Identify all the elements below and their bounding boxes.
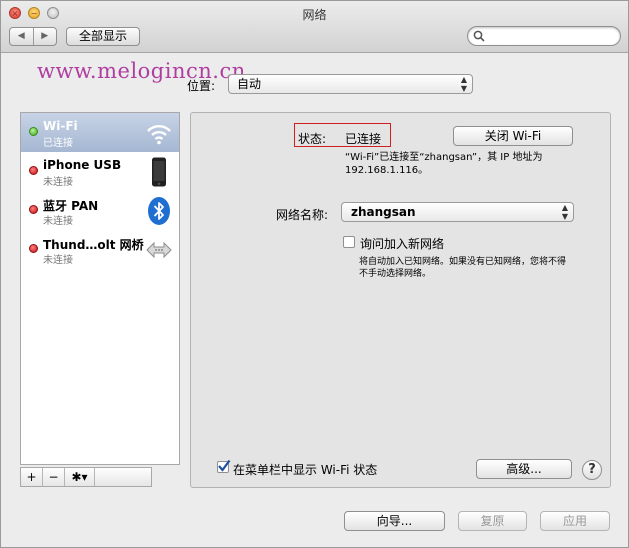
ask-join-checkbox[interactable] bbox=[343, 236, 355, 248]
service-name: Wi-Fi bbox=[43, 119, 78, 133]
status-dot-disconnected-icon bbox=[29, 205, 38, 214]
updown-arrows-icon: ▲ ▼ bbox=[460, 75, 467, 93]
highlight-annotation-box bbox=[294, 123, 391, 147]
location-value: 自动 bbox=[237, 77, 262, 91]
apply-button[interactable]: 应用 bbox=[540, 511, 610, 531]
wifi-icon bbox=[147, 125, 171, 145]
service-name: iPhone USB bbox=[43, 158, 122, 172]
advanced-button[interactable]: 高级... bbox=[476, 459, 572, 479]
service-list: Wi-Fi 已连接 iPhone USB 未连接 蓝牙 PAN 未连接 Thun… bbox=[20, 112, 180, 465]
network-name-label: 网络名称: bbox=[276, 208, 329, 222]
service-item-thunderbolt-bridge[interactable]: Thund…olt 网桥 未连接 bbox=[21, 230, 179, 269]
help-button[interactable]: ? bbox=[582, 460, 602, 480]
ask-join-label: 询问加入新网络 bbox=[360, 237, 445, 251]
network-name-value: zhangsan bbox=[351, 205, 416, 219]
turn-off-wifi-button[interactable]: 关闭 Wi-Fi bbox=[453, 126, 573, 146]
location-label: 位置: bbox=[187, 79, 216, 93]
network-preferences-window: × − 网络 ◀ ▶ 全部显示 www.melogincn.cn 位置: 自动 … bbox=[0, 0, 629, 548]
service-status: 未连接 bbox=[43, 216, 73, 227]
service-list-controls: + − ✱▾ bbox=[20, 467, 152, 487]
search-field[interactable] bbox=[467, 26, 621, 46]
add-service-button[interactable]: + bbox=[21, 468, 43, 486]
revert-button[interactable]: 复原 bbox=[458, 511, 527, 531]
ask-join-description: 将自动加入已知网络。如果没有已知网络，您将不得不手动选择网络。 bbox=[359, 257, 567, 279]
service-status: 未连接 bbox=[43, 177, 73, 188]
iphone-icon bbox=[152, 157, 166, 187]
back-forward-control: ◀ ▶ bbox=[9, 27, 57, 46]
magnifier-icon bbox=[473, 30, 485, 42]
service-item-wifi[interactable]: Wi-Fi 已连接 bbox=[21, 113, 179, 152]
title-bar: × − 网络 ◀ ▶ 全部显示 bbox=[1, 1, 628, 53]
thunderbolt-bridge-icon bbox=[146, 241, 172, 259]
service-item-bluetooth-pan[interactable]: 蓝牙 PAN 未连接 bbox=[21, 191, 179, 230]
service-status: 未连接 bbox=[43, 255, 73, 266]
show-menu-label: 在菜单栏中显示 Wi-Fi 状态 bbox=[233, 463, 378, 477]
back-button[interactable]: ◀ bbox=[10, 28, 33, 45]
window-title: 网络 bbox=[302, 8, 327, 22]
show-all-button[interactable]: 全部显示 bbox=[66, 27, 140, 46]
updown-arrows-icon: ▲ ▼ bbox=[561, 203, 568, 221]
location-select[interactable]: 自动 ▲ ▼ bbox=[228, 74, 473, 94]
status-description: “Wi-Fi”已连接至“zhangsan”，其 IP 地址为 192.168.1… bbox=[345, 152, 543, 176]
status-dot-connected-icon bbox=[29, 127, 38, 136]
checkmark-icon bbox=[218, 459, 231, 472]
show-menu-checkbox[interactable] bbox=[217, 459, 231, 473]
status-dot-disconnected-icon bbox=[29, 244, 38, 253]
service-item-iphone-usb[interactable]: iPhone USB 未连接 bbox=[21, 152, 179, 191]
forward-button[interactable]: ▶ bbox=[32, 28, 57, 45]
service-status: 已连接 bbox=[43, 138, 73, 149]
gear-menu-button[interactable]: ✱▾ bbox=[65, 468, 95, 486]
bluetooth-icon bbox=[148, 197, 170, 225]
remove-service-button[interactable]: − bbox=[43, 468, 65, 486]
status-dot-disconnected-icon bbox=[29, 166, 38, 175]
network-name-select[interactable]: zhangsan ▲ ▼ bbox=[341, 202, 574, 222]
assist-me-button[interactable]: 向导... bbox=[344, 511, 445, 531]
